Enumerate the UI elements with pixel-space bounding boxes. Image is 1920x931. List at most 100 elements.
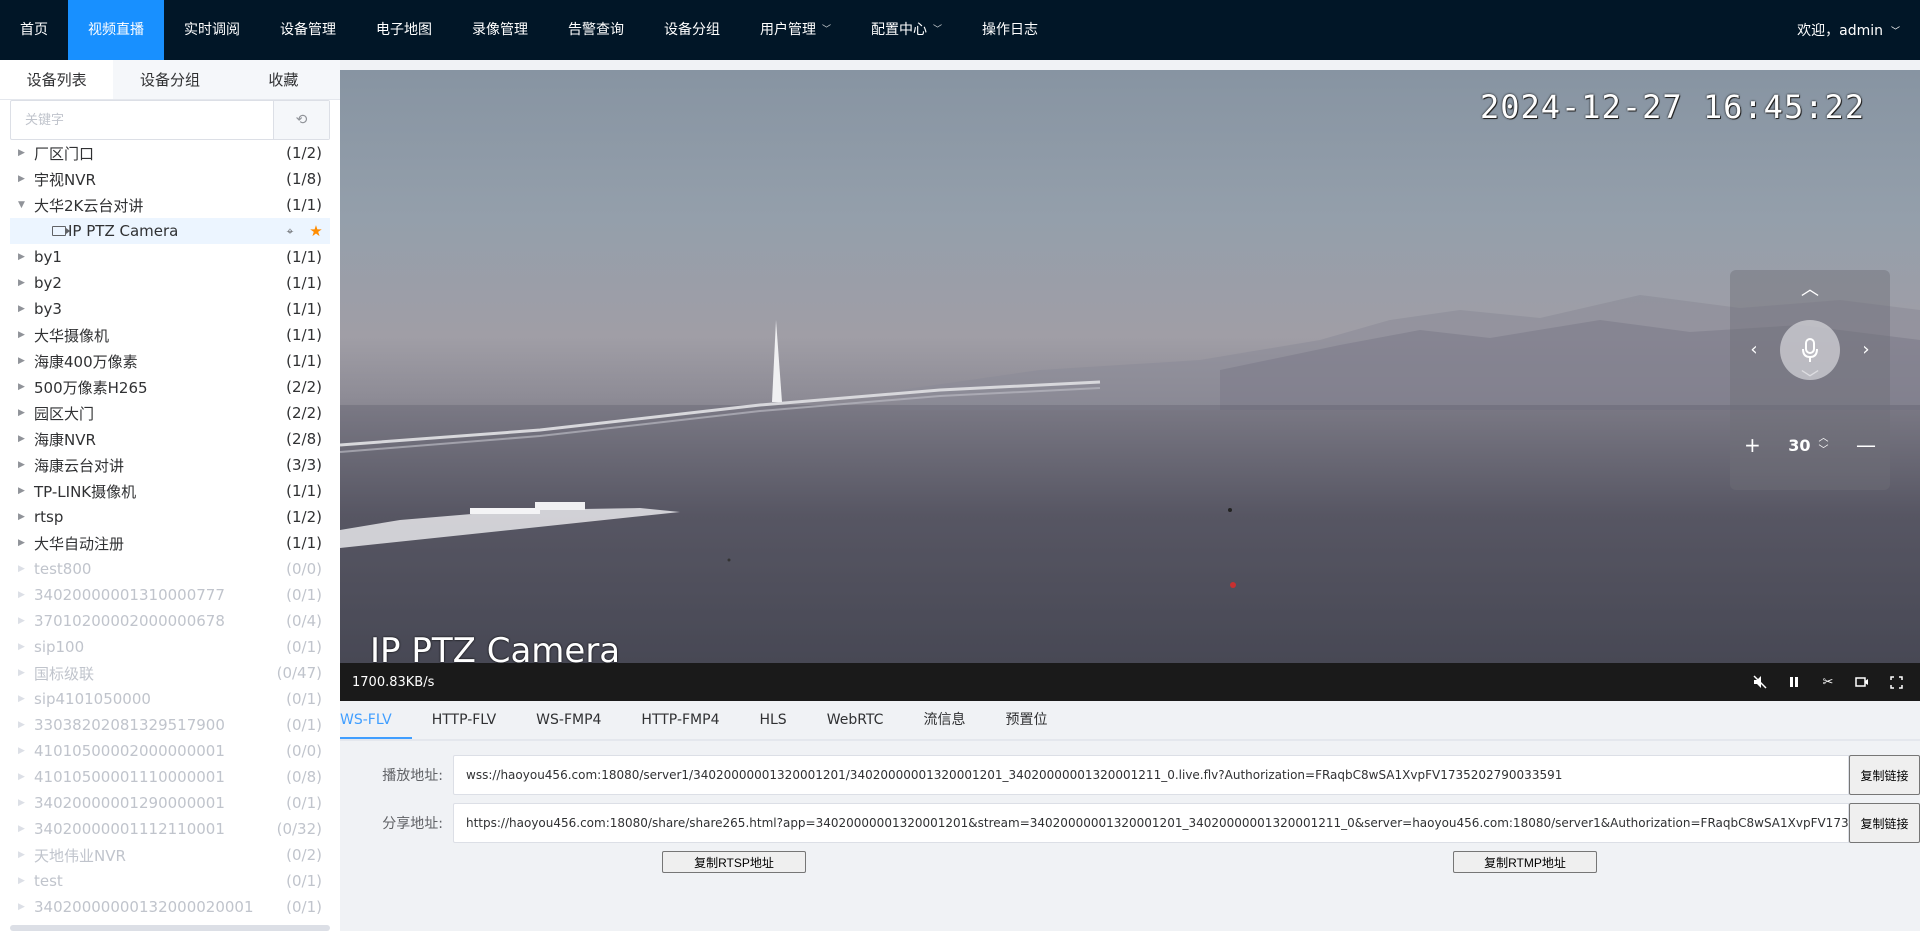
protocol-tab-6[interactable]: 流信息 bbox=[903, 701, 985, 739]
caret-right-icon[interactable]: ▶ bbox=[10, 330, 34, 340]
caret-right-icon[interactable]: ▶ bbox=[10, 668, 34, 678]
caret-right-icon[interactable]: ▶ bbox=[10, 512, 34, 522]
favorite-star-icon[interactable]: ★ bbox=[302, 222, 330, 240]
tree-channel-item[interactable]: ▶ 37010200002000000678 (0/4) bbox=[10, 608, 330, 634]
tree-channel-item[interactable]: ▶ sip4101050000 (0/1) bbox=[10, 686, 330, 712]
caret-right-icon[interactable]: ▶ bbox=[10, 252, 34, 262]
tree-channel-item[interactable]: ▶ 厂区门口 (1/2) bbox=[10, 140, 330, 166]
ptz-left-icon[interactable]: ‹ bbox=[1742, 338, 1766, 362]
caret-right-icon[interactable]: ▶ bbox=[10, 382, 34, 392]
caret-right-icon[interactable]: ▶ bbox=[10, 746, 34, 756]
caret-right-icon[interactable]: ▶ bbox=[10, 304, 34, 314]
nav-item-9[interactable]: 配置中心 ﹀ bbox=[851, 0, 962, 60]
tree-channel-item[interactable]: ▶ 34020000001310000777 (0/1) bbox=[10, 582, 330, 608]
tree-channel-item[interactable]: ▶ test (0/1) bbox=[10, 868, 330, 894]
screenshot-scissors-icon[interactable]: ✂ bbox=[1820, 674, 1836, 690]
zoom-out-icon[interactable]: — bbox=[1856, 433, 1876, 457]
ptz-right-icon[interactable]: › bbox=[1854, 338, 1878, 362]
tree-channel-item[interactable]: ▶ 海康NVR (2/8) bbox=[10, 426, 330, 452]
caret-right-icon[interactable]: ▶ bbox=[10, 642, 34, 652]
nav-item-1[interactable]: 视频直播 bbox=[68, 0, 164, 60]
nav-item-5[interactable]: 录像管理 bbox=[452, 0, 548, 60]
caret-right-icon[interactable]: ▶ bbox=[10, 876, 34, 886]
tree-channel-item[interactable]: ▶ 34020000001112110001 (0/32) bbox=[10, 816, 330, 842]
tree-channel-item[interactable]: ▶ 天地伟业NVR (0/2) bbox=[10, 842, 330, 868]
copy-share-url-button[interactable]: 复制链接 bbox=[1849, 803, 1920, 843]
caret-right-icon[interactable]: ▶ bbox=[10, 772, 34, 782]
nav-item-3[interactable]: 设备管理 bbox=[260, 0, 356, 60]
nav-item-10[interactable]: 操作日志 bbox=[962, 0, 1058, 60]
tree-channel-item[interactable]: ▶ 500万像素H265 (2/2) bbox=[10, 374, 330, 400]
caret-right-icon[interactable]: ▶ bbox=[10, 694, 34, 704]
tree-channel-item[interactable]: ▶ TP-LINK摄像机 (1/1) bbox=[10, 478, 330, 504]
caret-right-icon[interactable]: ▶ bbox=[10, 538, 34, 548]
refresh-icon[interactable]: ⟲ bbox=[273, 101, 329, 139]
ptz-up-icon[interactable]: ︿ bbox=[1798, 278, 1822, 302]
tree-device-item[interactable]: IP PTZ Camera ⌖ ★ bbox=[10, 218, 330, 244]
mute-icon[interactable] bbox=[1752, 674, 1768, 690]
tree-channel-item[interactable]: ▶ 大华摄像机 (1/1) bbox=[10, 322, 330, 348]
caret-right-icon[interactable]: ▶ bbox=[10, 174, 34, 184]
user-menu[interactable]: 欢迎，admin ﹀ bbox=[1797, 0, 1900, 60]
location-pin-icon[interactable]: ⌖ bbox=[278, 224, 302, 239]
protocol-tab-1[interactable]: HTTP-FLV bbox=[412, 701, 516, 739]
caret-right-icon[interactable]: ▶ bbox=[10, 564, 34, 574]
nav-item-8[interactable]: 用户管理 ﹀ bbox=[740, 0, 851, 60]
tree-channel-item[interactable]: ▶ 33038202081329517900 (0/1) bbox=[10, 712, 330, 738]
nav-item-7[interactable]: 设备分组 bbox=[644, 0, 740, 60]
tree-channel-item[interactable]: ▶ 园区大门 (2/2) bbox=[10, 400, 330, 426]
tree-channel-item[interactable]: ▶ 海康云台对讲 (3/3) bbox=[10, 452, 330, 478]
caret-right-icon[interactable]: ▶ bbox=[10, 486, 34, 496]
protocol-tab-3[interactable]: HTTP-FMP4 bbox=[621, 701, 739, 739]
play-url-field[interactable]: wss://haoyou456.com:18080/server1/340200… bbox=[453, 755, 1849, 795]
caret-right-icon[interactable]: ▶ bbox=[10, 460, 34, 470]
protocol-tab-0[interactable]: WS-FLV bbox=[340, 701, 412, 739]
record-icon[interactable] bbox=[1854, 674, 1870, 690]
caret-right-icon[interactable]: ▶ bbox=[10, 356, 34, 366]
video-player[interactable]: 2024-12-27 16:45:22 IP PTZ Camera ︿ ‹ › … bbox=[340, 70, 1920, 663]
tree-channel-item[interactable]: ▶ by2 (1/1) bbox=[10, 270, 330, 296]
tree-channel-item[interactable]: ▶ by3 (1/1) bbox=[10, 296, 330, 322]
tree-channel-item[interactable]: ▶ 大华自动注册 (1/1) bbox=[10, 530, 330, 556]
tree-channel-item[interactable]: ▶ 34020000000132000020001 (0/1) bbox=[10, 894, 330, 920]
nav-item-2[interactable]: 实时调阅 bbox=[164, 0, 260, 60]
tree-channel-item[interactable]: ▶ sip100 (0/1) bbox=[10, 634, 330, 660]
tree-channel-item[interactable]: ▶ test800 (0/0) bbox=[10, 556, 330, 582]
fullscreen-icon[interactable] bbox=[1888, 674, 1904, 690]
caret-right-icon[interactable]: ▶ bbox=[10, 408, 34, 418]
caret-right-icon[interactable]: ▶ bbox=[10, 720, 34, 730]
caret-right-icon[interactable]: ▶ bbox=[10, 850, 34, 860]
caret-right-icon[interactable]: ▶ bbox=[10, 590, 34, 600]
zoom-in-icon[interactable]: + bbox=[1744, 433, 1761, 457]
tree-channel-item[interactable]: ▶ 宇视NVR (1/8) bbox=[10, 166, 330, 192]
tree-channel-item[interactable]: ▶ 41010500001110000001 (0/8) bbox=[10, 764, 330, 790]
protocol-tab-5[interactable]: WebRTC bbox=[807, 701, 904, 739]
caret-right-icon[interactable]: ▶ bbox=[10, 824, 34, 834]
protocol-tab-7[interactable]: 预置位 bbox=[985, 701, 1067, 739]
caret-right-icon[interactable]: ▶ bbox=[10, 278, 34, 288]
copy-play-url-button[interactable]: 复制链接 bbox=[1849, 755, 1920, 795]
tab-device-list[interactable]: 设备列表 bbox=[0, 60, 114, 99]
share-url-field[interactable]: https://haoyou456.com:18080/share/share2… bbox=[453, 803, 1849, 843]
tree-channel-item[interactable]: ▼ 大华2K云台对讲 (1/1) bbox=[10, 192, 330, 218]
horizontal-scrollbar[interactable] bbox=[10, 925, 330, 931]
tree-channel-item[interactable]: ▶ by1 (1/1) bbox=[10, 244, 330, 270]
microphone-icon[interactable] bbox=[1780, 320, 1840, 380]
nav-item-0[interactable]: 首页 bbox=[0, 0, 68, 60]
tab-device-group[interactable]: 设备分组 bbox=[113, 60, 226, 99]
nav-item-6[interactable]: 告警查询 bbox=[548, 0, 644, 60]
caret-right-icon[interactable]: ▶ bbox=[10, 902, 34, 912]
caret-right-icon[interactable]: ▶ bbox=[10, 616, 34, 626]
protocol-tab-2[interactable]: WS-FMP4 bbox=[516, 701, 621, 739]
tree-channel-item[interactable]: ▶ 41010500002000000001 (0/0) bbox=[10, 738, 330, 764]
keyword-input[interactable] bbox=[11, 101, 273, 139]
protocol-tab-4[interactable]: HLS bbox=[739, 701, 806, 739]
tree-channel-item[interactable]: ▶ rtsp (1/2) bbox=[10, 504, 330, 530]
tree-channel-item[interactable]: ▶ 国标级联 (0/47) bbox=[10, 660, 330, 686]
nav-item-4[interactable]: 电子地图 bbox=[356, 0, 452, 60]
pause-icon[interactable] bbox=[1786, 674, 1802, 690]
tab-favorites[interactable]: 收藏 bbox=[227, 60, 340, 99]
caret-right-icon[interactable]: ▶ bbox=[10, 148, 34, 158]
copy-rtsp-button[interactable]: 复制RTSP地址 bbox=[662, 851, 806, 873]
tree-channel-item[interactable]: ▶ 34020000001290000001 (0/1) bbox=[10, 790, 330, 816]
